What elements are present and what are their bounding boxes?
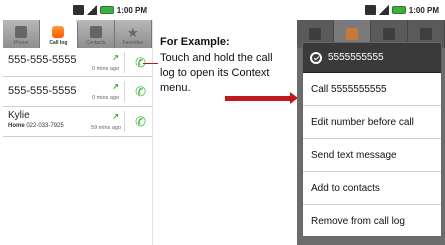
outgoing-call-icon: ↗ [112,82,119,91]
callout-line [143,63,158,64]
outgoing-call-icon: ↗ [112,53,119,62]
context-menu-header: 5555555555 [303,43,441,73]
call-log-icon [52,26,65,38]
tab-contacts[interactable]: Contacts [77,20,115,48]
menu-item-edit-number[interactable]: Edit number before call [303,106,441,139]
row-divider [124,52,125,73]
call-time: 0 mins ago [92,66,119,72]
contacts-icon [383,28,395,40]
signal-icon [378,5,389,15]
battery-icon [391,6,406,14]
left-phone-screen: 1:00 PM Phone Call log Contacts ★ Favori… [0,0,153,245]
call-button-icon[interactable]: ✆ [135,84,146,100]
sim-icon [364,5,376,15]
pointer-arrow [225,96,293,101]
call-number: 555-555-5555 [8,85,77,97]
caption-title: For Example: [160,36,230,48]
phone-icon [309,28,321,40]
contacts-icon [89,26,102,38]
tab-favorites[interactable]: ★ Favorites [114,20,152,48]
dialer-tabs: Phone Call log Contacts ★ Favorites [3,20,152,48]
call-button-icon[interactable]: ✆ [135,114,146,130]
tab-label: Phone [13,40,29,46]
signal-icon [86,5,97,15]
contact-detail: Home 022-033-7925 [8,123,64,129]
call-time: 59 mins ago [91,125,121,131]
status-bar: 1:00 PM [297,0,445,20]
number-type: Home [8,123,25,129]
row-divider [124,81,125,102]
menu-item-call[interactable]: Call 5555555555 [303,73,441,106]
context-menu: 5555555555 Call 5555555555 Edit number b… [302,42,442,237]
call-number: 022-033-7925 [26,123,64,129]
call-log-icon [346,28,358,40]
row-divider [124,111,125,132]
tab-label: Call log [49,40,68,46]
contact-name: Kylie [8,110,30,121]
tab-label: Contacts [85,40,106,46]
right-phone-screen: 1:00 PM 5555555555 Call 5555555555 Edit … [297,0,445,245]
star-icon: ★ [127,25,139,40]
status-time: 1:00 PM [408,5,439,15]
menu-item-send-text[interactable]: Send text message [303,139,441,172]
check-circle-icon [310,51,322,64]
status-time: 1:00 PM [116,5,147,15]
battery-icon [99,6,114,14]
tab-call-log[interactable]: Call log [40,20,78,48]
menu-item-remove[interactable]: Remove from call log [303,205,441,238]
outgoing-call-icon: ↗ [112,112,119,121]
phone-icon [15,26,28,38]
call-log-row[interactable]: 555-555-5555 ↗ 0 mins ago ✆ [3,77,152,107]
context-menu-title: 5555555555 [328,52,384,63]
call-log-row[interactable]: 555-555-5555 ↗ 0 mins ago ✆ [3,48,152,77]
tab-label: Favorites [122,40,144,46]
call-log-row[interactable]: Kylie Home 022-033-7925 ↗ 59 mins ago ✆ [3,107,152,137]
instruction-caption: For Example: Touch and hold the call log… [160,36,278,96]
status-bar: 1:00 PM [0,0,153,20]
tab-phone[interactable]: Phone [3,20,41,48]
call-number: 555-555-5555 [8,54,77,66]
menu-item-add-contact[interactable]: Add to contacts [303,172,441,205]
sim-icon [72,5,84,15]
call-log-list: 555-555-5555 ↗ 0 mins ago ✆ 555-555-5555… [3,48,152,137]
caption-body: Touch and hold the call log to open its … [160,52,273,94]
call-time: 0 mins ago [92,95,119,101]
star-icon [420,28,432,40]
